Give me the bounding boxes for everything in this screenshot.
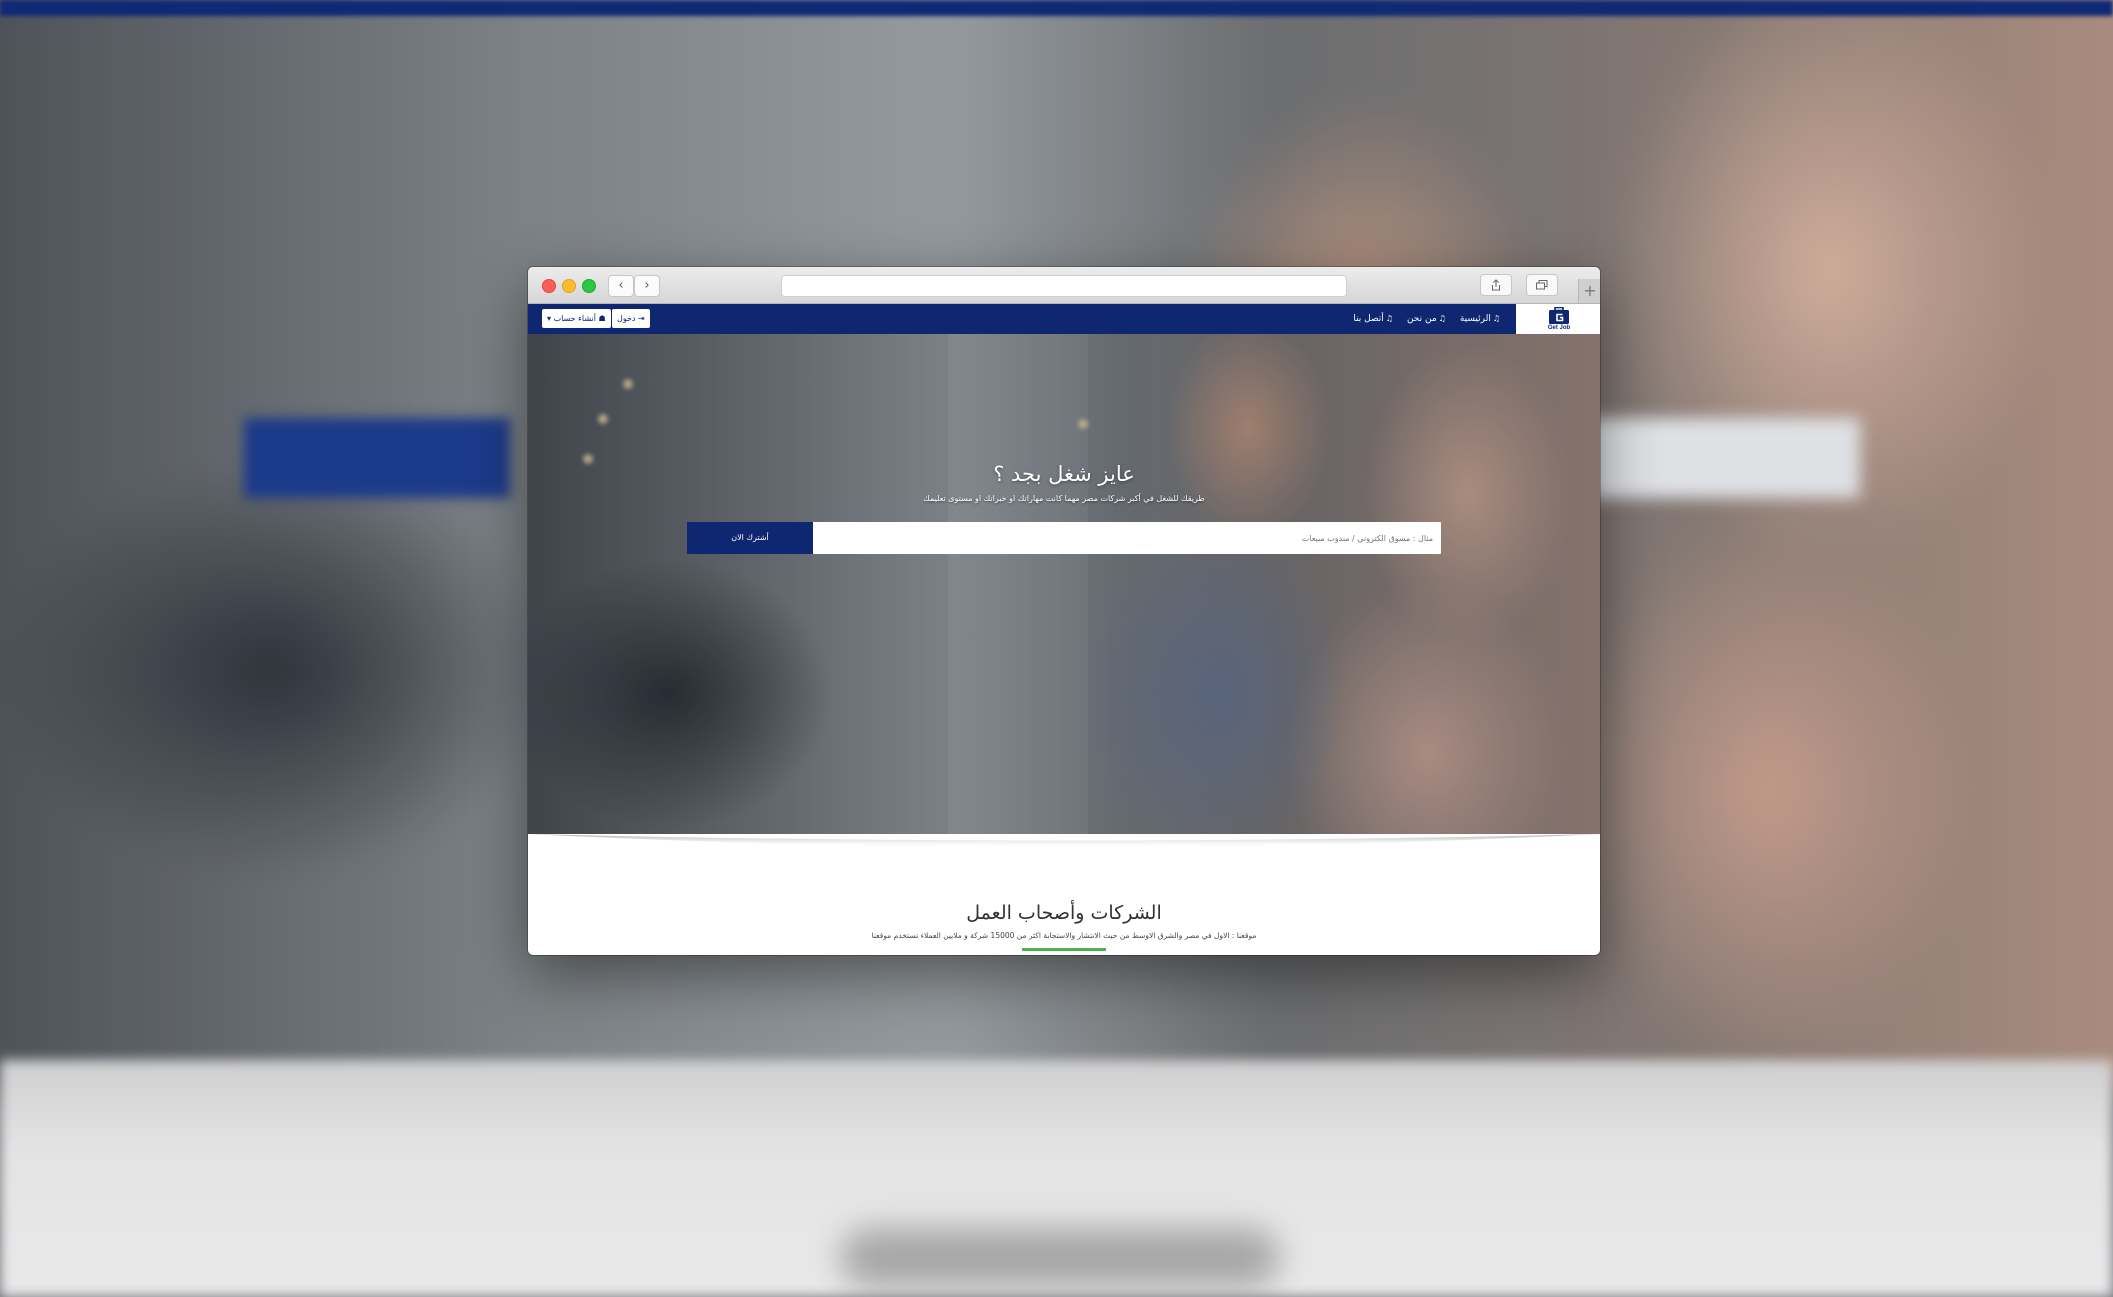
- register-label: أنشاء حساب: [553, 314, 596, 323]
- forward-button[interactable]: ›: [634, 275, 660, 297]
- plus-icon: +: [1583, 281, 1597, 300]
- link-icon: ♫: [1438, 314, 1446, 323]
- browser-toolbar: ‹ › +: [528, 267, 1600, 304]
- address-bar[interactable]: [781, 275, 1347, 297]
- hero-subtitle: طريقك للشغل في أكبر شركات مصر مهما كانت …: [923, 494, 1205, 503]
- minimize-window-button[interactable]: [562, 279, 576, 293]
- nav-contact-label: أتصل بنا: [1353, 314, 1384, 324]
- tabs-icon: [1536, 280, 1548, 290]
- nav-about-link[interactable]: ♫من نحن: [1407, 314, 1446, 324]
- nav-about-label: من نحن: [1406, 314, 1437, 324]
- nav-contact-link[interactable]: ♫أتصل بنا: [1353, 314, 1393, 324]
- user-plus-icon: ☗: [598, 314, 606, 323]
- zoom-window-button[interactable]: [582, 279, 596, 293]
- subscribe-now-button[interactable]: أشترك الان: [687, 522, 813, 554]
- login-button[interactable]: ⇥ دخول: [612, 309, 650, 328]
- register-button[interactable]: ☗ أنشاء حساب ▾: [542, 309, 611, 328]
- hero-wave-divider: [528, 834, 1600, 861]
- login-label: دخول: [617, 314, 636, 323]
- job-search-input[interactable]: [821, 522, 1441, 554]
- link-icon: ♫: [1385, 314, 1393, 323]
- browser-window: ‹ › + Get Job ♫الرئيسية ♫من نحن ♫أتصل بن…: [528, 267, 1600, 955]
- site-navbar: Get Job ♫الرئيسية ♫من نحن ♫أتصل بنا ⇥ دخ…: [528, 304, 1600, 334]
- hero-overlay: [528, 334, 1600, 834]
- companies-section-subtitle: موقعنا : الاول في مصر والشرق الاوسط من ح…: [871, 931, 1257, 940]
- site-logo[interactable]: Get Job: [1516, 304, 1600, 334]
- back-button[interactable]: ‹: [608, 275, 634, 297]
- sign-in-icon: ⇥: [638, 314, 645, 323]
- close-window-button[interactable]: [542, 279, 556, 293]
- main-nav-links: ♫الرئيسية ♫من نحن ♫أتصل بنا: [1353, 304, 1500, 334]
- tabs-overview-button[interactable]: [1526, 274, 1558, 296]
- section-underline: [1022, 948, 1106, 951]
- caret-down-icon: ▾: [547, 314, 552, 323]
- site-logo-text: Get Job: [1547, 325, 1571, 331]
- chevron-right-icon: ›: [644, 278, 650, 293]
- link-icon: ♫: [1492, 314, 1500, 323]
- companies-section-title: الشركات وأصحاب العمل: [966, 902, 1162, 924]
- nav-home-link[interactable]: ♫الرئيسية: [1460, 314, 1500, 324]
- share-button[interactable]: [1480, 274, 1512, 296]
- new-tab-button[interactable]: +: [1578, 279, 1600, 303]
- share-icon: [1492, 279, 1500, 291]
- hero-title: عايز شغل بجد ؟: [993, 462, 1135, 486]
- hero-banner: عايز شغل بجد ؟ طريقك للشغل في أكبر شركات…: [528, 334, 1600, 834]
- briefcase-logo-icon: [1549, 307, 1569, 324]
- nav-home-label: الرئيسية: [1459, 314, 1491, 324]
- job-search-form: أشترك الان: [687, 522, 1441, 554]
- chevron-left-icon: ‹: [618, 278, 624, 293]
